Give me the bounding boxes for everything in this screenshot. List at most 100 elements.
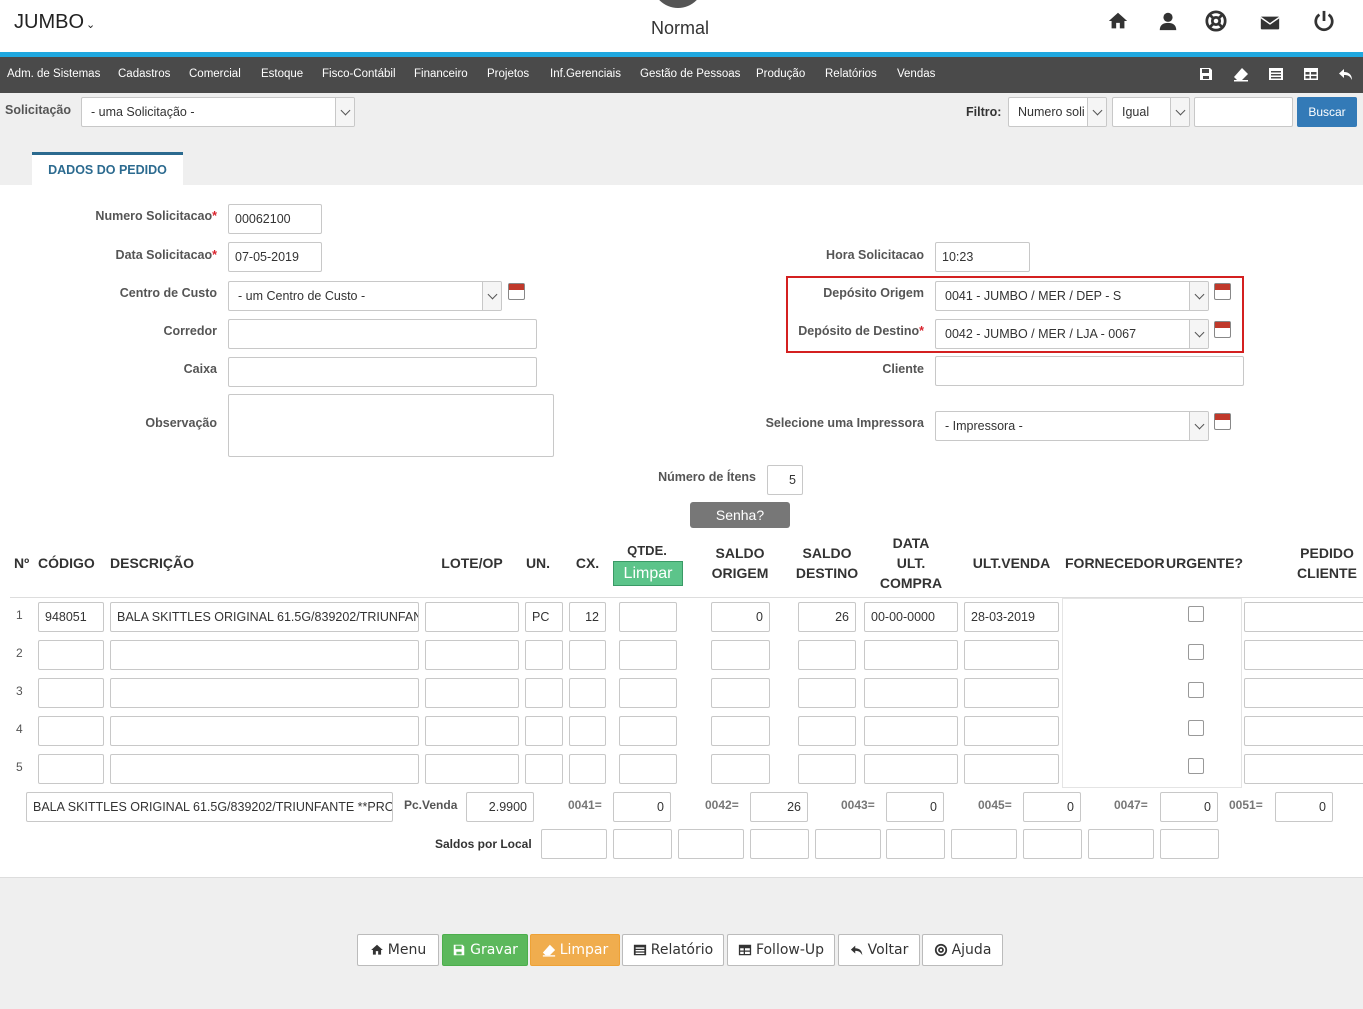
senha-button[interactable]: Senha? xyxy=(690,502,790,528)
ult-venda-input[interactable] xyxy=(964,716,1059,746)
observacao-textarea[interactable] xyxy=(228,394,554,457)
descricao-input[interactable] xyxy=(110,716,419,746)
urgente-checkbox[interactable] xyxy=(1188,758,1204,774)
limpar-button[interactable]: Limpar xyxy=(530,934,620,966)
lote-input[interactable] xyxy=(425,678,519,708)
saldo-origem-input[interactable] xyxy=(711,716,770,746)
cx-input[interactable]: 12 xyxy=(569,602,606,632)
follow-up-button[interactable]: Follow-Up xyxy=(727,934,835,966)
power-icon[interactable] xyxy=(1312,8,1336,34)
qtde-input[interactable] xyxy=(619,640,677,670)
data-ult-compra-input[interactable] xyxy=(864,678,958,708)
filtro-value-input[interactable] xyxy=(1194,97,1293,127)
saldo-destino-input[interactable] xyxy=(798,754,856,784)
tab-dados-do-pedido[interactable]: DADOS DO PEDIDO xyxy=(32,152,183,185)
corredor-input[interactable] xyxy=(228,319,537,349)
codigo-input[interactable] xyxy=(38,754,104,784)
descricao-input[interactable] xyxy=(110,640,419,670)
urgente-checkbox[interactable] xyxy=(1188,682,1204,698)
pedido-cliente-input[interactable] xyxy=(1244,678,1363,708)
save-icon[interactable] xyxy=(1198,66,1216,84)
descricao-input[interactable] xyxy=(110,754,419,784)
centro-custo-select[interactable]: - um Centro de Custo - xyxy=(228,281,502,311)
codigo-input[interactable] xyxy=(38,716,104,746)
menu-item-vendas[interactable]: Vendas xyxy=(897,68,935,80)
codigo-input[interactable] xyxy=(38,640,104,670)
menu-item-comercial[interactable]: Comercial xyxy=(189,68,241,80)
ult-venda-input[interactable] xyxy=(964,678,1059,708)
saldo-destino-input[interactable]: 26 xyxy=(798,602,856,632)
qtde-input[interactable] xyxy=(619,602,677,632)
pedido-cliente-input[interactable] xyxy=(1244,640,1363,670)
calendar-icon[interactable] xyxy=(508,283,525,300)
table-icon[interactable] xyxy=(1303,66,1321,84)
menu-item-financeiro[interactable]: Financeiro xyxy=(414,68,468,80)
un-input[interactable] xyxy=(525,640,563,670)
descricao-input[interactable]: BALA SKITTLES ORIGINAL 61.5G/839202/TRIU… xyxy=(110,602,419,632)
ult-venda-input[interactable] xyxy=(964,640,1059,670)
relatorio-button[interactable]: Relatório xyxy=(622,934,724,966)
lote-input[interactable] xyxy=(425,640,519,670)
lote-input[interactable] xyxy=(425,754,519,784)
envelope-icon[interactable] xyxy=(1258,10,1282,36)
home-icon[interactable] xyxy=(1106,8,1130,34)
menu-item-estoque[interactable]: Estoque xyxy=(261,68,303,80)
saldo-origem-input[interactable] xyxy=(711,754,770,784)
un-input[interactable] xyxy=(525,754,563,784)
menu-item-relatorios[interactable]: Relatórios xyxy=(825,68,877,80)
filtro-field-select[interactable]: Numero soli xyxy=(1008,97,1107,127)
data-ult-compra-input[interactable] xyxy=(864,754,958,784)
cx-input[interactable] xyxy=(569,716,606,746)
data-ult-compra-input[interactable]: 00-00-0000 xyxy=(864,602,958,632)
menu-item-adm-sistemas[interactable]: Adm. de Sistemas xyxy=(7,68,100,80)
saldo-destino-input[interactable] xyxy=(798,716,856,746)
data-ult-compra-input[interactable] xyxy=(864,640,958,670)
saldo-origem-input[interactable]: 0 xyxy=(711,602,770,632)
ajuda-button[interactable]: Ajuda xyxy=(922,934,1003,966)
data-solicitacao-input[interactable]: 07-05-2019 xyxy=(228,242,322,272)
urgente-checkbox[interactable] xyxy=(1188,644,1204,660)
menu-item-inf-gerenciais[interactable]: Inf.Gerenciais xyxy=(550,68,621,80)
qtde-input[interactable] xyxy=(619,754,677,784)
cx-input[interactable] xyxy=(569,640,606,670)
calendar-icon[interactable] xyxy=(1214,321,1231,338)
calendar-icon[interactable] xyxy=(1214,413,1231,430)
un-input[interactable]: PC xyxy=(525,602,563,632)
lote-input[interactable] xyxy=(425,716,519,746)
urgente-checkbox[interactable] xyxy=(1188,606,1204,622)
user-icon[interactable] xyxy=(1156,8,1180,34)
cx-input[interactable] xyxy=(569,678,606,708)
menu-item-fisco-contabil[interactable]: Fisco-Contábil xyxy=(322,68,396,80)
menu-item-projetos[interactable]: Projetos xyxy=(487,68,529,80)
caixa-input[interactable] xyxy=(228,357,537,387)
cx-input[interactable] xyxy=(569,754,606,784)
gravar-button[interactable]: Gravar xyxy=(442,934,528,966)
deposito-destino-select[interactable]: 0042 - JUMBO / MER / LJA - 0067 xyxy=(935,319,1209,349)
saldo-destino-input[interactable] xyxy=(798,640,856,670)
urgente-checkbox[interactable] xyxy=(1188,720,1204,736)
numero-solicitacao-input[interactable]: 00062100 xyxy=(228,204,322,234)
lote-input[interactable] xyxy=(425,602,519,632)
impressora-select[interactable]: - Impressora - xyxy=(935,411,1209,441)
codigo-input[interactable] xyxy=(38,678,104,708)
un-input[interactable] xyxy=(525,678,563,708)
pedido-cliente-input[interactable] xyxy=(1244,716,1363,746)
data-ult-compra-input[interactable] xyxy=(864,716,958,746)
hora-solicitacao-input[interactable]: 10:23 xyxy=(935,242,1030,272)
saldo-destino-input[interactable] xyxy=(798,678,856,708)
menu-button[interactable]: Menu xyxy=(357,934,439,966)
voltar-button[interactable]: Voltar xyxy=(838,934,920,966)
pedido-cliente-input[interactable] xyxy=(1244,754,1363,784)
deposito-origem-select[interactable]: 0041 - JUMBO / MER / DEP - S xyxy=(935,281,1209,311)
brand-dropdown[interactable]: JUMBO ⌄ xyxy=(14,11,95,34)
lifebuoy-icon[interactable] xyxy=(1204,8,1228,34)
filtro-op-select[interactable]: Igual xyxy=(1112,97,1190,127)
pedido-cliente-input[interactable] xyxy=(1244,602,1363,632)
limpar-qtde-button[interactable]: Limpar xyxy=(613,561,683,586)
un-input[interactable] xyxy=(525,716,563,746)
codigo-input[interactable]: 948051 xyxy=(38,602,104,632)
qtde-input[interactable] xyxy=(619,678,677,708)
descricao-input[interactable] xyxy=(110,678,419,708)
buscar-button[interactable]: Buscar xyxy=(1297,97,1357,127)
menu-item-gestao-pessoas[interactable]: Gestão de Pessoas xyxy=(640,68,740,80)
